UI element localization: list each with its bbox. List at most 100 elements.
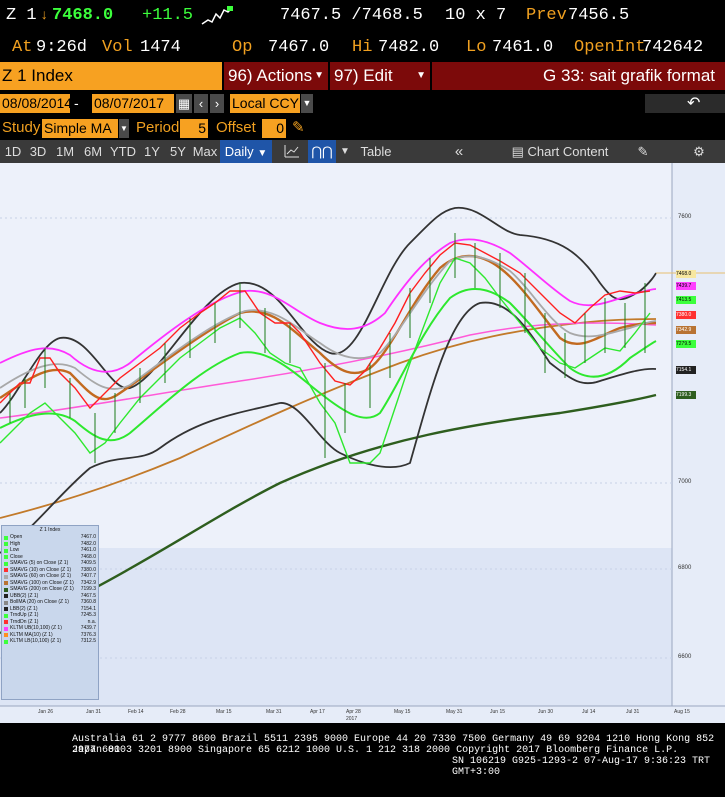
frequency-select[interactable]: Daily ▼ bbox=[220, 140, 272, 163]
legend-label: Low bbox=[10, 547, 20, 553]
legend-swatch bbox=[4, 581, 8, 585]
x-tick: Jan 31 bbox=[86, 709, 102, 715]
x-tick: May 15 bbox=[394, 709, 411, 715]
security-field[interactable]: Z 1 Index bbox=[0, 62, 222, 90]
legend-swatch bbox=[4, 542, 8, 546]
chart-content-button[interactable]: ▤ Chart Content bbox=[500, 140, 620, 163]
price-tag-lbb: 7154.1 bbox=[676, 366, 696, 374]
period-3d[interactable]: 3D bbox=[26, 140, 50, 163]
last-price: 7468.0 bbox=[52, 6, 114, 25]
chart-content-icon: ▤ bbox=[511, 144, 524, 159]
command-bar: Z 1 Index 96) Actions ▼ 97) Edit ▼ G 33:… bbox=[0, 62, 725, 90]
price-tag-smavg10: 7380.0 bbox=[676, 311, 696, 319]
chart-toolbar: 1D 3D 1M 6M YTD 1Y 5Y Max Daily ▼ ⋂⋂ ▼ T… bbox=[0, 140, 725, 163]
legend-label: UBB(2) (Z 1) bbox=[10, 592, 39, 599]
double-chevron-left-icon[interactable]: « bbox=[446, 140, 472, 163]
period-6m[interactable]: 6M bbox=[80, 140, 106, 163]
study-label: Study bbox=[2, 119, 41, 136]
currency-select[interactable]: Local CCY bbox=[230, 94, 300, 113]
x-tick: Feb 14 bbox=[128, 709, 144, 715]
legend-label: SMAVG (100) on Close (Z 1) bbox=[10, 579, 74, 586]
footer-serial: SN 106219 G925-1293-2 07-Aug-17 9:36:23 … bbox=[452, 756, 711, 778]
quote-row-2: At 9:26d Vol 1474 Op 7467.0 Hi 7482.0 Lo… bbox=[0, 38, 725, 60]
undo-arrow-icon: ↶ bbox=[687, 95, 701, 112]
period-max[interactable]: Max bbox=[192, 140, 218, 163]
legend-swatch bbox=[4, 633, 8, 637]
y-tick-6800: 6800 bbox=[678, 565, 692, 571]
gear-icon[interactable]: ⚙ bbox=[686, 140, 712, 163]
chevron-down-icon: ▼ bbox=[257, 148, 268, 159]
chart-legend[interactable]: Z 1 Index Open 7467.0 High 7482.0 Low 7461.0 C… bbox=[1, 525, 99, 700]
x-year: 2017 bbox=[346, 716, 358, 722]
candlestick-icon[interactable]: ⋂⋂ bbox=[308, 140, 336, 163]
x-tick: Jul 31 bbox=[626, 709, 640, 715]
chevron-down-icon: ▼ bbox=[416, 70, 426, 81]
legend-label: KLTM UB(10,100) (Z 1) bbox=[10, 625, 62, 631]
last-time: 9:26d bbox=[36, 38, 88, 57]
footer-contacts-2: Japan 81 3 3201 8900 Singapore 65 6212 1… bbox=[72, 745, 679, 756]
vol-label: Vol bbox=[102, 38, 133, 57]
legend-item[interactable]: KLTM LB(10,100) (Z 1) 7312.5 bbox=[2, 638, 98, 645]
actions-label: 96) Actions bbox=[228, 66, 313, 85]
period-5y[interactable]: 5Y bbox=[166, 140, 190, 163]
legend-swatch bbox=[4, 600, 8, 605]
price-tag-kltm-lb: 7279.5 bbox=[676, 340, 696, 348]
chart-canvas bbox=[0, 163, 725, 723]
x-tick: Apr 17 bbox=[310, 709, 325, 715]
edit-label: 97) Edit bbox=[334, 66, 393, 85]
legend-list: Open 7467.0 High 7482.0 Low 7461.0 Close 7468.0… bbox=[2, 534, 98, 645]
price-tag-kltm-ub: 7439.7 bbox=[676, 282, 696, 290]
pencil-icon[interactable]: ✎ bbox=[292, 118, 305, 136]
price-tag-smavg100: 7342.9 bbox=[676, 326, 696, 334]
at-label: At bbox=[12, 38, 33, 57]
period-field[interactable]: 5 bbox=[180, 119, 208, 138]
period-1m[interactable]: 1M bbox=[52, 140, 78, 163]
legend-value: 7312.5 bbox=[80, 638, 96, 644]
range-dash: - bbox=[74, 95, 79, 111]
legend-swatch bbox=[4, 587, 8, 592]
study-type-select[interactable]: Simple MA bbox=[42, 119, 118, 138]
legend-label: KLTM LB(10,100) (Z 1) bbox=[10, 638, 62, 644]
legend-swatch bbox=[4, 535, 8, 540]
low-label: Lo bbox=[466, 38, 487, 57]
legend-label: SMAVG (5) on Close (Z 1) bbox=[10, 560, 69, 566]
chevron-down-icon[interactable]: ▼ bbox=[301, 94, 313, 113]
table-button[interactable]: Table bbox=[356, 140, 396, 163]
calendar-icon[interactable]: ▦ bbox=[176, 94, 192, 113]
sparkline-icon bbox=[201, 6, 233, 25]
x-tick: Jun 30 bbox=[538, 709, 554, 715]
chevron-down-icon[interactable]: ▼ bbox=[338, 140, 352, 163]
legend-title: Z 1 Index bbox=[39, 527, 61, 533]
legend-label: BollMA (20) on Close (Z 1) bbox=[10, 599, 69, 605]
chevron-left-icon[interactable]: ‹ bbox=[194, 94, 208, 113]
offset-field[interactable]: 0 bbox=[262, 119, 286, 138]
period-1y[interactable]: 1Y bbox=[140, 140, 164, 163]
ticker: Z 1 bbox=[6, 6, 37, 25]
edit-chart-icon[interactable]: ✎ bbox=[630, 140, 656, 163]
edit-button[interactable]: 97) Edit ▼ bbox=[330, 62, 430, 90]
legend-label: Open bbox=[10, 534, 23, 540]
x-tick: Feb 28 bbox=[170, 709, 186, 715]
price-tag-smavg200: 7199.3 bbox=[676, 391, 696, 399]
start-date-field[interactable]: 08/08/2014 bbox=[0, 94, 72, 113]
legend-label: High bbox=[10, 540, 21, 547]
period-ytd[interactable]: YTD bbox=[108, 140, 138, 163]
down-arrow-icon: ↓ bbox=[40, 8, 49, 24]
legend-swatch bbox=[4, 626, 8, 631]
legend-label: Close bbox=[10, 553, 23, 560]
price-chart[interactable]: 7600 7000 6800 6600 7468.0 7439.7 7413.5… bbox=[0, 163, 725, 723]
period-1d[interactable]: 1D bbox=[2, 140, 24, 163]
period-label: Period bbox=[136, 119, 180, 136]
end-date-field[interactable]: 08/07/2017 bbox=[92, 94, 174, 113]
chevron-right-icon[interactable]: › bbox=[210, 94, 224, 113]
legend-swatch bbox=[4, 594, 8, 598]
chevron-down-icon[interactable]: ▼ bbox=[119, 119, 129, 138]
legend-swatch bbox=[4, 561, 8, 566]
high-price: 7482.0 bbox=[378, 38, 440, 57]
back-button[interactable]: ↶ bbox=[645, 94, 725, 113]
legend-swatch bbox=[4, 639, 8, 644]
actions-button[interactable]: 96) Actions ▼ bbox=[224, 62, 328, 90]
x-tick: Jun 15 bbox=[490, 709, 506, 715]
line-chart-icon[interactable] bbox=[280, 140, 304, 163]
legend-swatch bbox=[4, 568, 8, 572]
